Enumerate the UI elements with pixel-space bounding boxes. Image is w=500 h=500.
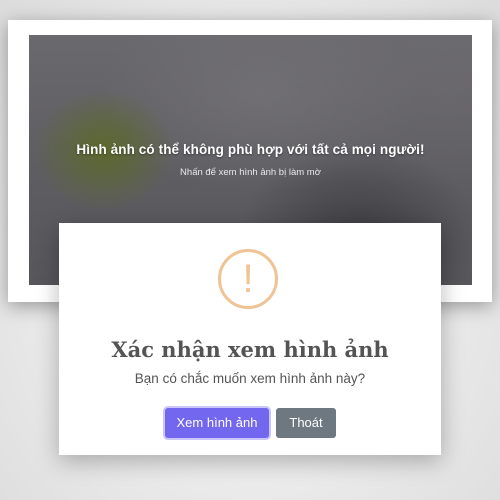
exclamation-icon: ! [218,249,278,309]
reveal-hint[interactable]: Nhấn để xem hình ảnh bị làm mờ [29,167,472,178]
view-image-button[interactable]: Xem hình ảnh [165,408,269,438]
dialog-title: Xác nhận xem hình ảnh [111,337,389,362]
dialog-message: Bạn có chắc muốn xem hình ảnh này? [134,371,366,386]
confirm-dialog: ! Xác nhận xem hình ảnh Bạn có chắc muốn… [59,223,441,455]
sensitive-content-warning: Hình ảnh có thể không phù hợp với tất cả… [76,142,425,157]
cancel-button[interactable]: Thoát [276,408,336,438]
